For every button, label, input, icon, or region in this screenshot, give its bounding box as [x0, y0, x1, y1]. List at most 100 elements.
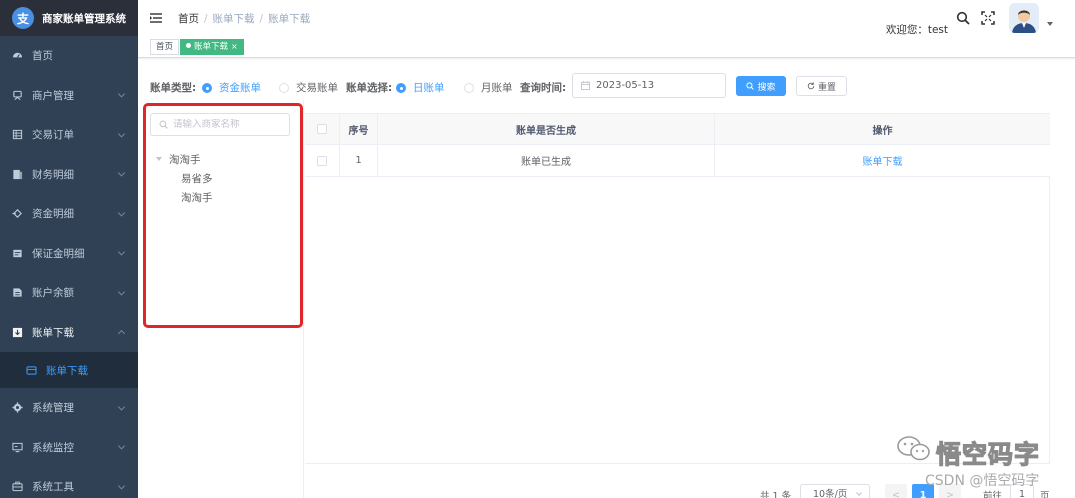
chevron-up-icon	[117, 330, 126, 338]
tags-view: 首页 账单下载 ×	[138, 36, 1075, 58]
row-index: 1	[340, 145, 378, 176]
sidebar-item-system-tools[interactable]: 系统工具	[0, 467, 138, 498]
monitor-icon	[12, 442, 23, 453]
select-all-checkbox[interactable]	[317, 124, 327, 134]
row-select-cell	[305, 145, 340, 176]
row-checkbox[interactable]	[317, 155, 327, 166]
tag-home[interactable]: 首页	[150, 39, 180, 55]
date-picker[interactable]: 2023-05-13	[572, 73, 726, 98]
sidebar-item-label: 账单下载	[32, 326, 74, 339]
sidebar-item-label: 首页	[32, 50, 53, 63]
calendar-icon	[581, 81, 590, 90]
sidebar-item-balance[interactable]: 账户余额	[0, 273, 138, 313]
table-header: 序号 账单是否生成 操作	[305, 114, 1050, 145]
radio-daily-bill[interactable]: 日账单	[396, 80, 445, 95]
radio-checked-icon	[202, 82, 212, 93]
avatar[interactable]	[1009, 3, 1039, 33]
sidebar-item-home[interactable]: 首页	[0, 36, 138, 76]
reset-button[interactable]: 重置	[796, 76, 847, 96]
chevron-down-icon	[117, 169, 126, 177]
balance-icon	[12, 287, 23, 298]
chevron-down-icon	[117, 248, 126, 256]
date-value: 2023-05-13	[596, 80, 655, 91]
hamburger-menu-icon[interactable]	[150, 12, 162, 24]
bill-table: 序号 账单是否生成 操作 1 账单已生成 账单下载	[305, 113, 1050, 464]
chevron-down-icon	[856, 490, 862, 496]
tag-bill-download[interactable]: 账单下载 ×	[180, 39, 244, 55]
radio-monthly-bill[interactable]: 月账单	[464, 80, 513, 95]
tag-label: 首页	[156, 42, 174, 52]
radio-label: 日账单	[413, 82, 445, 94]
sidebar-item-finance[interactable]: 财务明细	[0, 155, 138, 195]
page-size-value: 10条/页	[813, 489, 848, 498]
sidebar-item-label: 系统工具	[32, 481, 74, 494]
column-header: 序号	[340, 114, 378, 144]
breadcrumb: 首页 / 账单下载 / 账单下载	[178, 11, 310, 26]
search-icon[interactable]	[956, 11, 970, 25]
download-icon	[12, 327, 23, 338]
breadcrumb-separator: /	[259, 13, 264, 25]
chevron-down-icon	[117, 130, 126, 138]
bill-icon	[26, 365, 37, 375]
merchant-search-input-wrapper[interactable]	[150, 113, 290, 136]
radio-unchecked-icon	[279, 82, 289, 93]
finance-icon	[12, 169, 23, 180]
column-header: 操作	[872, 125, 893, 137]
radio-label: 资金账单	[219, 82, 261, 94]
funds-icon	[12, 208, 23, 219]
goto-unit: 页	[1040, 491, 1050, 498]
chevron-down-icon	[117, 482, 126, 490]
breadcrumb-item: 账单下载	[212, 13, 255, 25]
chevron-down-icon	[117, 403, 126, 411]
sidebar-item-label: 资金明细	[32, 208, 74, 221]
sidebar-item-funds[interactable]: 资金明细	[0, 194, 138, 234]
welcome-text: 欢迎您：test	[885, 24, 948, 36]
close-icon[interactable]: ×	[231, 42, 238, 51]
logo-icon: 支	[12, 7, 34, 29]
search-icon	[159, 120, 168, 129]
column-header: 账单是否生成	[378, 114, 715, 144]
search-button[interactable]: 搜索	[736, 76, 786, 96]
caret-down-icon[interactable]	[156, 157, 162, 161]
sidebar-item-label: 交易订单	[32, 129, 74, 142]
bill-select-label: 账单选择:	[346, 82, 393, 94]
sidebar-subitem-label: 账单下载	[46, 364, 88, 377]
tag-label: 账单下载	[194, 42, 229, 52]
sidebar-item-deposit[interactable]: 保证金明细	[0, 234, 138, 274]
tree-node[interactable]: 淘淘手	[181, 190, 213, 205]
table-row: 1 账单已生成 账单下载	[305, 145, 1050, 177]
chevron-down-icon	[117, 442, 126, 450]
pagination-total: 共 1 条	[760, 491, 792, 498]
sidebar-item-orders[interactable]: 交易订单	[0, 115, 138, 155]
sidebar-item-merchant[interactable]: 商户管理	[0, 76, 138, 116]
reset-button-label: 重置	[817, 82, 836, 93]
breadcrumb-separator: /	[204, 13, 208, 25]
merchant-search-input[interactable]	[173, 119, 273, 130]
radio-fund-bill[interactable]: 资金账单	[202, 80, 261, 95]
prev-page-button[interactable]: <	[885, 484, 907, 498]
fullscreen-icon[interactable]	[981, 11, 995, 25]
sidebar-subitem-bill-download[interactable]: 账单下载	[0, 352, 138, 388]
merchant-icon	[12, 90, 23, 101]
download-bill-link[interactable]: 账单下载	[863, 153, 903, 168]
settings-icon	[12, 402, 23, 413]
merchant-tree-panel: 淘淘手 易省多 淘淘手	[138, 100, 304, 498]
app-title: 商家账单管理系统	[42, 12, 126, 25]
search-button-label: 搜索	[757, 82, 776, 93]
breadcrumb-item-home[interactable]: 首页	[178, 13, 199, 25]
query-time-label: 查询时间:	[520, 82, 567, 94]
radio-label: 交易账单	[296, 82, 338, 94]
caret-down-icon[interactable]	[1047, 22, 1053, 26]
tree-node[interactable]: 易省多	[181, 171, 213, 186]
radio-checked-icon	[396, 82, 406, 93]
row-action-cell: 账单下载	[715, 145, 1050, 176]
dashboard-icon	[12, 50, 23, 61]
sidebar-item-system-monitor[interactable]: 系统监控	[0, 428, 138, 468]
logo[interactable]: 支 商家账单管理系统	[0, 0, 138, 36]
chevron-down-icon	[117, 209, 126, 217]
sidebar-item-bill-download[interactable]: 账单下载	[0, 313, 138, 353]
sidebar-item-system-manage[interactable]: 系统管理	[0, 388, 138, 428]
page-size-select[interactable]: 10条/页	[800, 484, 870, 498]
tree-node-root[interactable]: 淘淘手	[169, 152, 201, 167]
radio-trade-bill[interactable]: 交易账单	[279, 80, 338, 95]
